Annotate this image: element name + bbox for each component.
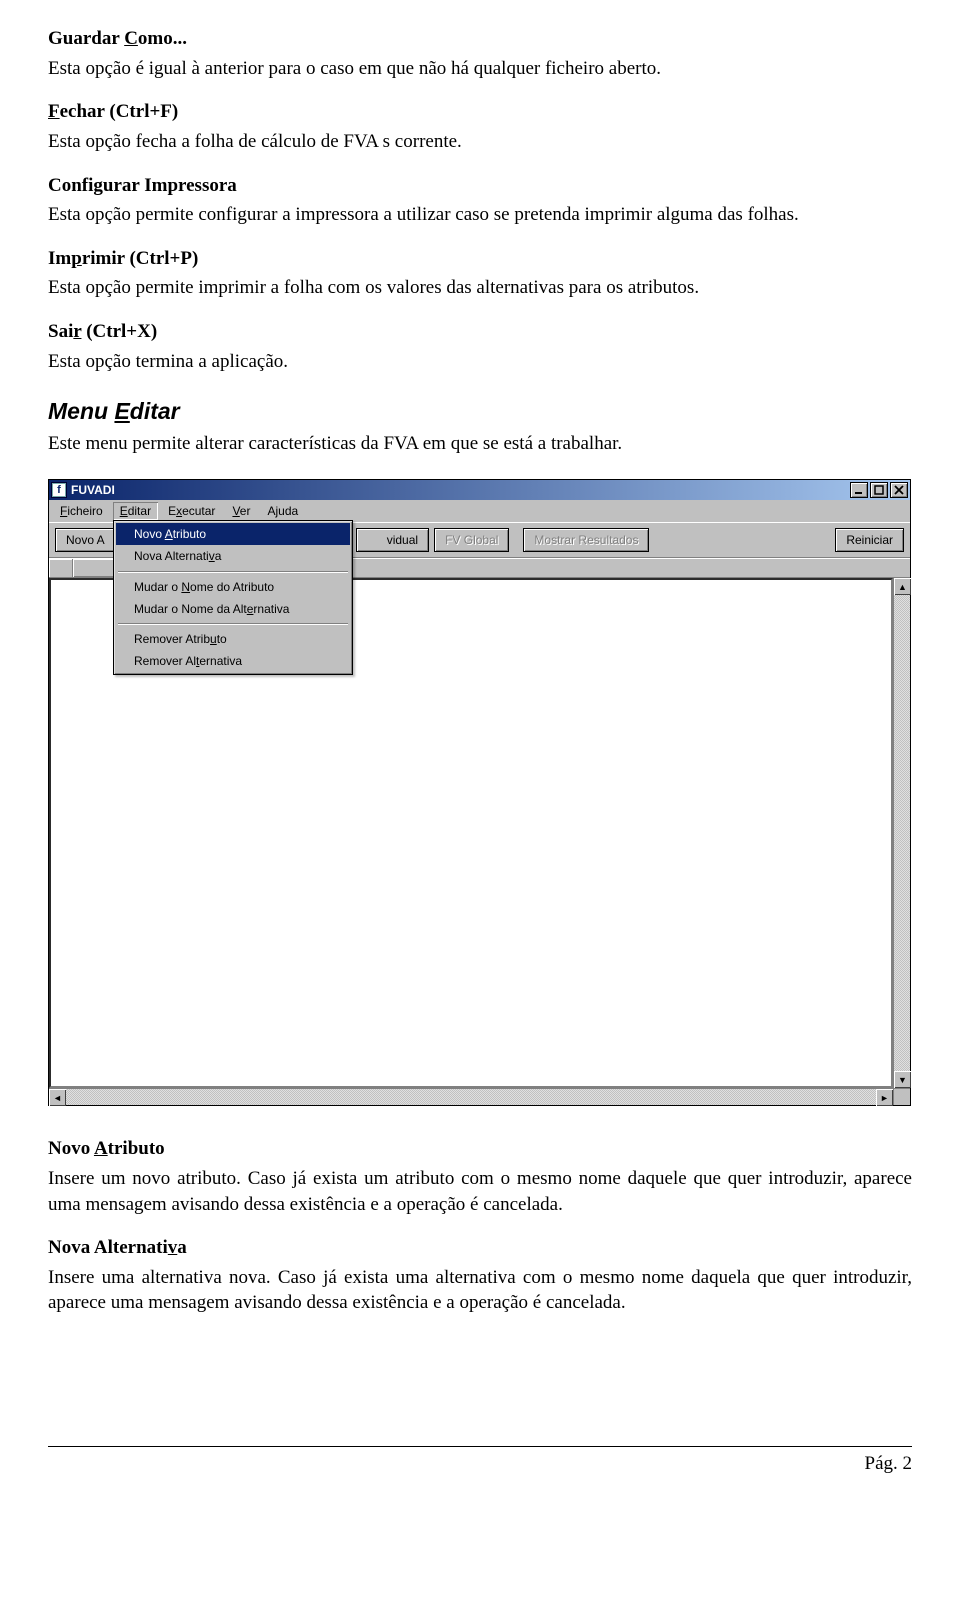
dropdown-separator bbox=[118, 623, 348, 625]
window-title: FUVADI bbox=[71, 482, 115, 498]
scroll-down-icon[interactable]: ▼ bbox=[894, 1071, 911, 1088]
dropdown-mudar-nome-atributo[interactable]: Mudar o Nome do Atributo bbox=[116, 576, 350, 598]
dropdown-editar: Novo Atributo Nova Alternativa Mudar o N… bbox=[113, 520, 353, 675]
para-nova-alternativa: Insere uma alternativa nova. Caso já exi… bbox=[48, 1265, 912, 1316]
scroll-right-icon[interactable]: ► bbox=[876, 1089, 893, 1106]
vertical-scrollbar[interactable]: ▲ ▼ bbox=[893, 578, 910, 1088]
dropdown-novo-atributo[interactable]: Novo Atributo bbox=[116, 523, 350, 545]
dropdown-remover-alternativa[interactable]: Remover Alternativa bbox=[116, 650, 350, 672]
para-config-impressora: Esta opção permite configurar a impresso… bbox=[48, 202, 912, 228]
toolbar-novo[interactable]: Novo A bbox=[55, 528, 116, 552]
menubar: Ficheiro Editar Executar Ver Ajuda bbox=[49, 500, 910, 522]
para-guardar-como: Esta opção é igual à anterior para o cas… bbox=[48, 56, 912, 82]
menu-ajuda[interactable]: Ajuda bbox=[260, 502, 305, 520]
grid-corner bbox=[49, 559, 73, 577]
window-titlebar: f FUVADI bbox=[49, 480, 910, 500]
dropdown-nova-alternativa[interactable]: Nova Alternativa bbox=[116, 545, 350, 567]
minimize-button[interactable] bbox=[850, 482, 868, 498]
page-footer: Pág. 2 bbox=[48, 1446, 912, 1477]
para-fechar: Esta opção fecha a folha de cálculo de F… bbox=[48, 129, 912, 155]
scroll-track[interactable] bbox=[894, 595, 910, 1071]
toolbar-reiniciar[interactable]: Reiniciar bbox=[835, 528, 904, 552]
heading-sair: Sair (Ctrl+X) bbox=[48, 319, 912, 345]
minimize-icon bbox=[854, 485, 864, 495]
para-sair: Esta opção termina a aplicação. bbox=[48, 349, 912, 375]
menu-editar[interactable]: Editar bbox=[113, 502, 158, 520]
maximize-icon bbox=[874, 485, 884, 495]
menu-ficheiro[interactable]: Ficheiro bbox=[53, 502, 110, 520]
heading-nova-alternativa: Nova Alternativa bbox=[48, 1235, 912, 1261]
scroll-corner bbox=[893, 1088, 910, 1105]
heading-guardar-como: Guardar Como... bbox=[48, 26, 912, 52]
maximize-button[interactable] bbox=[870, 482, 888, 498]
para-imprimir: Esta opção permite imprimir a folha com … bbox=[48, 275, 912, 301]
para-novo-atributo: Insere um novo atributo. Caso já exista … bbox=[48, 1166, 912, 1217]
dropdown-separator bbox=[118, 571, 348, 573]
toolbar-fvglobal[interactable]: FV Global bbox=[434, 528, 509, 552]
heading-config-impressora: Configurar Impressora bbox=[48, 173, 912, 199]
horizontal-scrollbar[interactable]: ◄ ► bbox=[49, 1088, 893, 1105]
app-window: f FUVADI Ficheiro Editar Executar Ver Aj… bbox=[48, 479, 911, 1106]
heading-imprimir: Imprimir (Ctrl+P) bbox=[48, 246, 912, 272]
close-icon bbox=[894, 485, 904, 495]
heading-menu-editar: Menu Editar bbox=[48, 396, 912, 427]
app-icon: f bbox=[51, 482, 67, 498]
heading-novo-atributo: Novo Atributo bbox=[48, 1136, 912, 1162]
menu-executar[interactable]: Executar bbox=[161, 502, 222, 520]
toolbar-vidual[interactable]: vidual bbox=[356, 528, 429, 552]
toolbar-mostrar[interactable]: Mostrar Resultados bbox=[523, 528, 649, 552]
dropdown-mudar-nome-alternativa[interactable]: Mudar o Nome da Alternativa bbox=[116, 598, 350, 620]
menu-ver[interactable]: Ver bbox=[225, 502, 257, 520]
scroll-up-icon[interactable]: ▲ bbox=[894, 578, 911, 595]
para-menu-editar: Este menu permite alterar característica… bbox=[48, 431, 912, 457]
dropdown-remover-atributo[interactable]: Remover Atributo bbox=[116, 628, 350, 650]
scroll-left-icon[interactable]: ◄ bbox=[49, 1089, 66, 1106]
scroll-track[interactable] bbox=[66, 1089, 876, 1105]
heading-fechar: Fechar (Ctrl+F) bbox=[48, 99, 912, 125]
close-button[interactable] bbox=[890, 482, 908, 498]
